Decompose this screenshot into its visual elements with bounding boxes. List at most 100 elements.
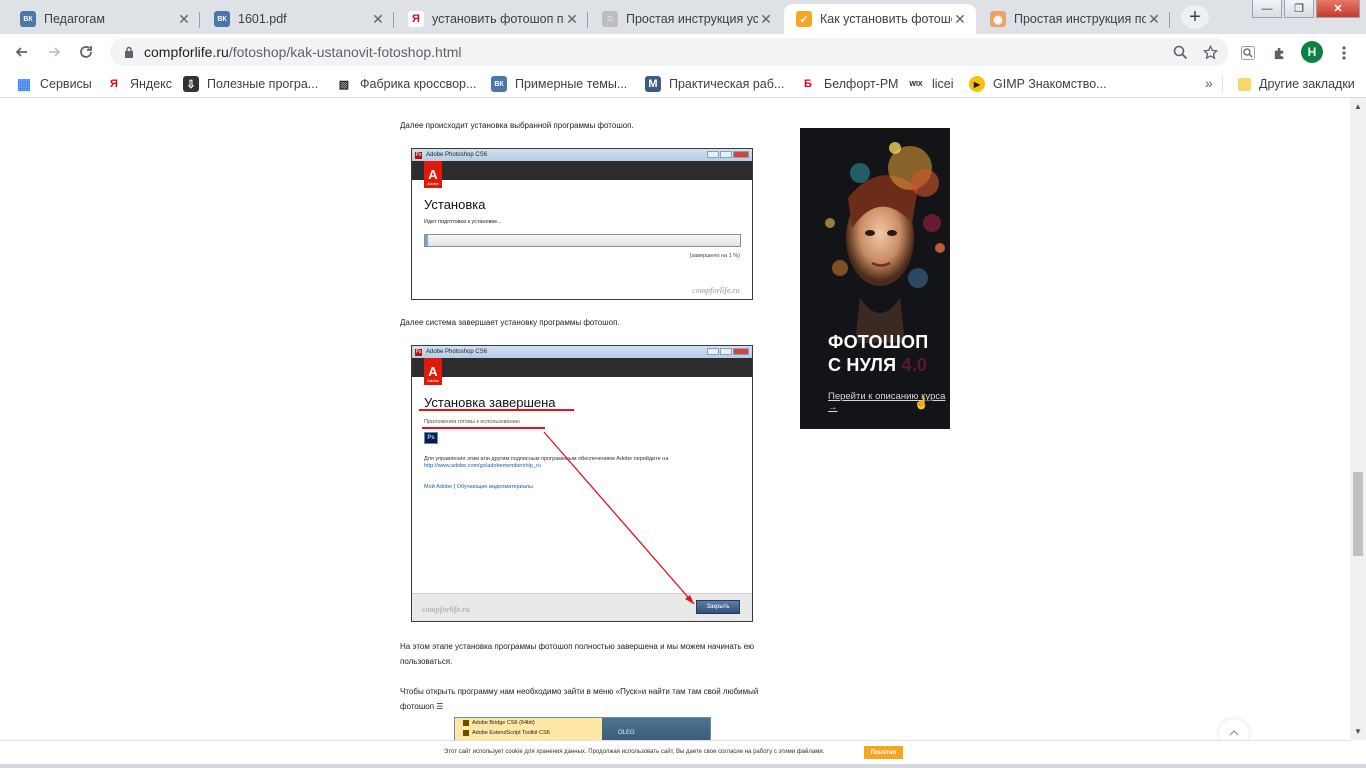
window-title: Adobe Photoshop CS6 (426, 152, 488, 158)
yandex-icon: Я (408, 11, 424, 27)
tab-title: 1601.pdf (238, 12, 287, 26)
wix-icon: WIX (908, 76, 924, 92)
bookmark-item[interactable]: ВК Примерные темы... (491, 76, 627, 92)
article-paragraph: Чтобы открыть программу нам необходимо з… (400, 687, 759, 711)
zoom-search-icon[interactable] (1170, 42, 1190, 62)
apps-grid-icon: ▦ (16, 76, 32, 93)
bookmarks-bar: ▦ Сервисы Я Яндекс ⇩ Полезные програ... ▧ Фабри… (0, 70, 1366, 98)
search-extension-icon[interactable] (1237, 42, 1259, 64)
browser-tab[interactable]: Яустановить фотошоп по ✕ (396, 4, 588, 34)
browser-tab[interactable]: ✓ Как установить фотошо ✕ (784, 4, 976, 34)
watermark: compforlife.ru (692, 286, 740, 295)
close-tab-icon[interactable]: ✕ (758, 11, 774, 27)
taskbar-edge (0, 764, 1366, 768)
browser-tab[interactable]: ○ Простая инструкция ус ✕ (590, 4, 782, 34)
site-icon: ○ (602, 11, 618, 27)
bookmark-label: Фабрика кроссвор... (360, 77, 477, 91)
folder-icon (1238, 77, 1251, 91)
crossword-icon: ▧ (336, 76, 352, 92)
browser-tab[interactable]: ВК Педагогам ✕ (8, 4, 200, 34)
reload-icon (80, 46, 92, 58)
article-paragraph: На этом этапе установка программы фотошо… (400, 642, 755, 666)
yandex-icon: Я (106, 76, 122, 92)
more-bookmarks-button[interactable]: » (1205, 75, 1213, 91)
minimize-button[interactable]: — (1252, 0, 1282, 18)
close-tab-icon[interactable]: ✕ (564, 11, 580, 27)
page-scrollbar[interactable]: ▲ ▼ (1350, 98, 1366, 740)
belfort-icon: Б (800, 76, 816, 92)
close-tab-icon[interactable]: ✕ (1146, 11, 1162, 27)
download-icon: ⇩ (183, 76, 199, 92)
tab-title: Педагогам (44, 12, 105, 26)
close-window-button[interactable]: ✕ (1316, 0, 1360, 18)
bookmark-item[interactable]: ▦ Сервисы (16, 76, 92, 93)
forward-arrow-icon (49, 47, 61, 57)
browser-tab[interactable]: ВК 1601.pdf ✕ (202, 4, 394, 34)
url-text[interactable]: compforlife.ru/fotoshop/kak-ustanovit-fo… (144, 44, 462, 60)
lock-icon[interactable] (122, 45, 136, 59)
url-domain: compforlife.ru (144, 44, 229, 60)
installing-screenshot: Ps Adobe Photoshop CS6 A Adobe Установка … (411, 148, 753, 300)
bookmark-item[interactable]: ▧ Фабрика кроссвор... (336, 76, 476, 92)
install-percent: (завершено на 1 %) (689, 253, 740, 259)
bookmark-item[interactable]: WIX licei (908, 76, 954, 92)
reload-button[interactable] (72, 38, 100, 66)
course-ad-banner[interactable]: ФОТОШОП С НУЛЯ 4.0 Перейти к описанию ку… (800, 128, 950, 429)
browser-toolbar: compforlife.ru/fotoshop/kak-ustanovit-fo… (0, 34, 1366, 70)
vk-icon: ВК (491, 76, 507, 92)
install-progress-bar (424, 234, 741, 247)
cookie-accept-button[interactable]: Понятно (864, 746, 903, 759)
bookmarks-divider (1222, 76, 1223, 92)
other-bookmarks-folder[interactable]: Другие закладки (1238, 76, 1355, 92)
back-button[interactable] (8, 38, 36, 66)
profile-avatar[interactable]: H (1301, 41, 1323, 63)
ad-headline: ФОТОШОП С НУЛЯ 4.0 (828, 332, 929, 375)
close-tab-icon[interactable]: ✕ (370, 11, 386, 27)
bookmark-label: licei (932, 77, 954, 91)
bookmark-label: Примерные темы... (515, 77, 628, 91)
close-tab-icon[interactable]: ✕ (952, 11, 968, 27)
bookmark-star-icon[interactable] (1200, 42, 1220, 62)
url-path: /fotoshop/kak-ustanovit-fotoshop.html (228, 44, 462, 60)
ad-course-link[interactable]: Перейти к описанию курса → (828, 391, 950, 413)
new-tab-button[interactable]: + (1181, 5, 1209, 29)
window-titlebar: Ps Adobe Photoshop CS6 (412, 149, 752, 161)
cookie-consent-bar: Этот сайт использует cookie для хранения… (0, 740, 1350, 764)
m-icon: M (645, 76, 661, 92)
start-menu-user-pane: OLEG (602, 718, 710, 740)
tab-title: Как установить фотошо (820, 12, 952, 26)
site-icon: ◉ (990, 11, 1006, 27)
scrollbar-thumb[interactable] (1353, 472, 1363, 556)
hand-cursor-icon: ☝ (914, 396, 929, 410)
adobe-logo: A Adobe (424, 358, 442, 385)
article-paragraph: Далее система завершает установку програ… (400, 318, 620, 327)
address-bar[interactable]: compforlife.ru/fotoshop/kak-ustanovit-fo… (110, 38, 1228, 66)
install-heading: Установка (424, 197, 486, 212)
bookmark-label: Сервисы (40, 77, 92, 91)
browser-menu-icon[interactable] (1333, 42, 1355, 64)
maximize-button[interactable]: ❐ (1284, 0, 1314, 18)
bookmark-item[interactable]: Б Белфорт-РМ (800, 76, 898, 92)
article-paragraph: Далее происходит установка выбранной про… (400, 121, 634, 130)
forward-button[interactable] (40, 38, 68, 66)
scroll-up-arrow-icon[interactable]: ▲ (1354, 102, 1362, 111)
vk-icon: ВК (214, 11, 230, 27)
bookmark-label: Белфорт-РМ (824, 77, 899, 91)
tab-title: Простая инструкция ус (626, 12, 758, 26)
page-content: Далее происходит установка выбранной про… (0, 98, 1350, 740)
bookmark-item[interactable]: Я Яндекс (106, 76, 172, 92)
bookmark-item[interactable]: ⇩ Полезные програ... (183, 76, 318, 92)
browser-tab[interactable]: ◉ Простая инструкция по ✕ (978, 4, 1170, 34)
gimp-icon: ▶ (969, 76, 985, 92)
bookmark-item[interactable]: ▶ GIMP Знакомство... (969, 76, 1107, 92)
tab-title: Простая инструкция по (1014, 12, 1146, 26)
red-arrow-annotation (543, 431, 695, 605)
bookmark-item[interactable]: M Практическая раб... (645, 76, 784, 92)
adobe-logo: A Adobe (424, 161, 442, 188)
bookmark-label: Практическая раб... (669, 77, 785, 91)
close-tab-icon[interactable]: ✕ (176, 11, 192, 27)
window-controls: — ❐ ✕ (1252, 0, 1360, 18)
extensions-puzzle-icon[interactable] (1268, 42, 1290, 64)
bookmark-label: Полезные програ... (207, 77, 319, 91)
scroll-down-arrow-icon[interactable]: ▼ (1354, 727, 1362, 736)
